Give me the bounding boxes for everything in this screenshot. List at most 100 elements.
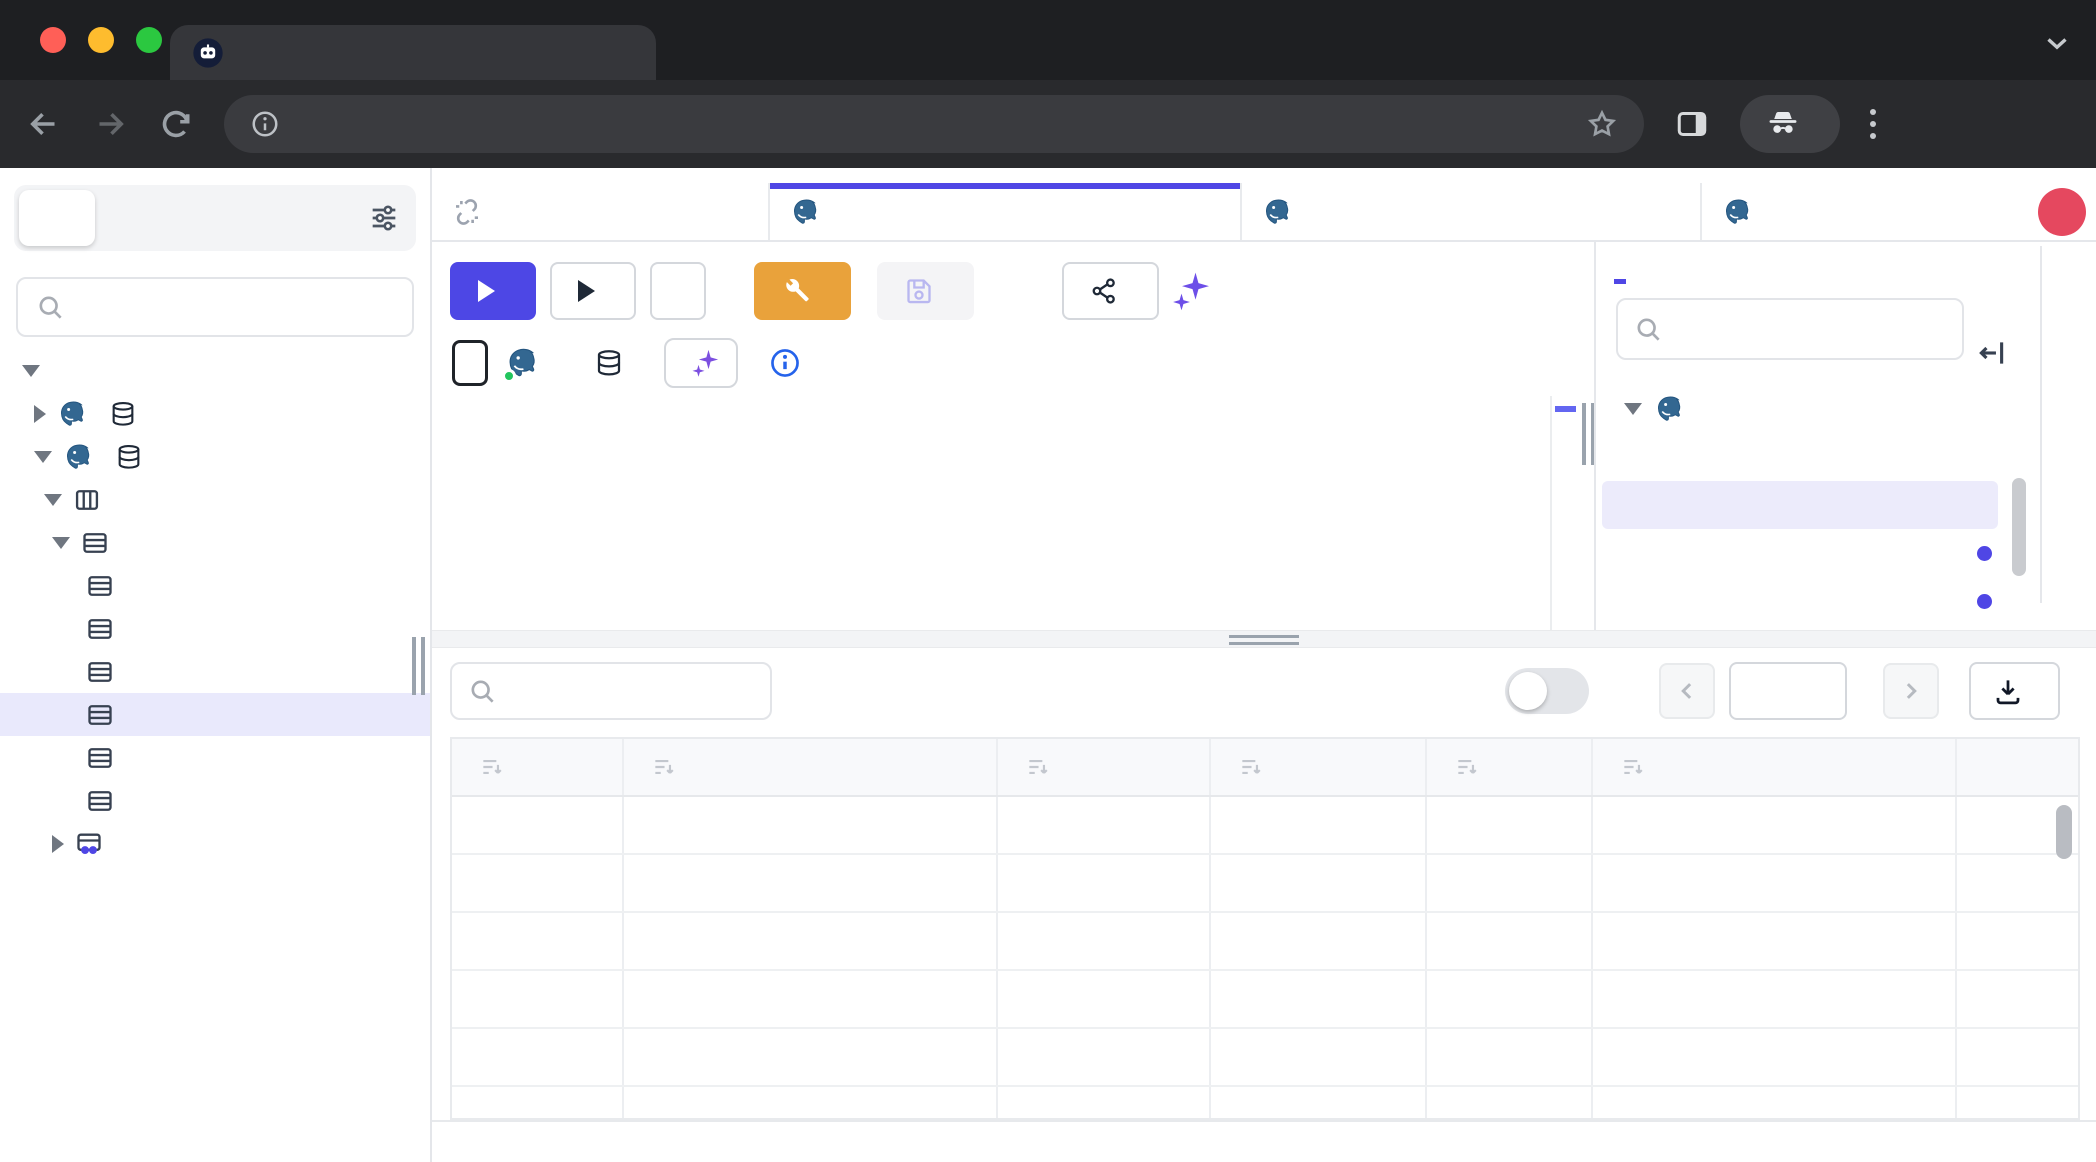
tree-item-table-dept-manager[interactable]	[0, 650, 430, 693]
caret-down-icon[interactable]	[22, 365, 40, 377]
ai-assistant-button[interactable]	[1171, 270, 1213, 312]
info-icon[interactable]	[769, 347, 801, 379]
code-line[interactable]	[432, 396, 1550, 410]
column-header-hire-date[interactable]	[1593, 739, 1957, 795]
column-header-emp-no[interactable]	[452, 739, 624, 795]
admin-mode-button[interactable]	[754, 262, 851, 320]
bookmark-star-icon[interactable]	[1586, 108, 1618, 140]
next-page-button[interactable]	[1883, 663, 1939, 719]
column-header-first-name[interactable]	[998, 739, 1211, 795]
worksheet-tab-4[interactable]	[1702, 183, 1960, 240]
tree-item-tables[interactable]	[0, 521, 430, 564]
tab-history[interactable]	[2040, 471, 2042, 603]
table-row[interactable]	[452, 797, 2078, 855]
tree-item-table-dept-emp[interactable]	[0, 607, 430, 650]
tab-info[interactable]	[2040, 246, 2042, 348]
sheet-search[interactable]	[1616, 298, 1964, 360]
address-bar[interactable]	[224, 95, 1644, 153]
tree-item-table-employee[interactable]	[0, 693, 430, 736]
caret-down-icon[interactable]	[44, 494, 62, 506]
table-row[interactable]	[452, 1029, 2078, 1087]
horizontal-splitter[interactable]	[432, 630, 2096, 648]
browser-tab[interactable]	[170, 25, 656, 80]
table-row[interactable]	[452, 913, 2078, 971]
window-controls[interactable]	[40, 27, 162, 53]
database-search[interactable]	[16, 277, 414, 337]
caret-right-icon[interactable]	[52, 835, 64, 853]
worksheet-tab-1[interactable]	[432, 183, 770, 240]
forward-icon[interactable]	[92, 106, 128, 142]
sheet-search-input[interactable]	[1677, 313, 1946, 346]
maximize-window-button[interactable]	[136, 27, 162, 53]
format-button[interactable]	[650, 262, 706, 320]
sheet-item-selected[interactable]	[1602, 481, 1998, 529]
back-icon[interactable]	[26, 106, 62, 142]
export-button[interactable]	[1969, 662, 2060, 720]
sheet-list-scrollbar[interactable]	[2012, 478, 2026, 576]
sparkles-icon	[691, 348, 721, 378]
column-header-last-name[interactable]	[1211, 739, 1427, 795]
caret-down-icon[interactable]	[34, 451, 52, 463]
explain-button[interactable]	[550, 262, 636, 320]
minimize-window-button[interactable]	[88, 27, 114, 53]
sheet-group-hr-prod[interactable]	[1602, 385, 1998, 433]
sidebar-resize-handle[interactable]	[412, 637, 428, 695]
tree-item-table-department[interactable]	[0, 564, 430, 607]
vertical-display-toggle[interactable]	[1505, 668, 1589, 714]
tree-item-project[interactable]	[0, 349, 430, 392]
splitter-drag-handle[interactable]	[1229, 635, 1299, 645]
database-search-input[interactable]	[79, 291, 394, 324]
site-info-icon[interactable]	[250, 109, 280, 139]
run-button[interactable]	[450, 262, 536, 320]
tree-item-schema-public[interactable]	[0, 478, 430, 521]
side-panel-icon[interactable]	[1674, 106, 1710, 142]
sql-editor[interactable]	[432, 396, 1550, 630]
caret-right-icon[interactable]	[34, 405, 46, 423]
user-avatar[interactable]	[2038, 188, 2086, 236]
sheet-item-sample-sheet[interactable]	[1602, 433, 1998, 481]
sort-icon[interactable]	[1238, 754, 1264, 780]
column-header-gender[interactable]	[1427, 739, 1593, 795]
tab-search-chevron-icon[interactable]	[2040, 26, 2074, 60]
tree-item-table-salary[interactable]	[0, 736, 430, 779]
tree-item-views[interactable]	[0, 822, 430, 865]
tree-item-table-title[interactable]	[0, 779, 430, 822]
prev-page-button[interactable]	[1659, 663, 1715, 719]
editor-minimap[interactable]	[1550, 396, 1580, 630]
sheet-item-unsaved-2[interactable]	[1602, 577, 1998, 625]
save-button[interactable]	[877, 262, 974, 320]
sort-icon[interactable]	[1025, 754, 1051, 780]
results-search[interactable]	[450, 662, 772, 720]
tree-item-hr-test[interactable]	[0, 392, 430, 435]
tab-instance[interactable]	[95, 190, 171, 246]
share-button[interactable]	[1062, 262, 1159, 320]
sort-icon[interactable]	[1454, 754, 1480, 780]
tab-sheet[interactable]	[2040, 346, 2042, 473]
main-panel	[432, 168, 2096, 1162]
table-row[interactable]	[452, 855, 2078, 913]
sort-icon[interactable]	[1620, 754, 1646, 780]
column-header-birth-date[interactable]	[624, 739, 998, 795]
caret-down-icon[interactable]	[52, 537, 70, 549]
sort-icon[interactable]	[479, 754, 505, 780]
tab-project[interactable]	[19, 190, 95, 246]
database-sidebar	[0, 168, 432, 1162]
table-row[interactable]	[452, 971, 2078, 1029]
sort-icon[interactable]	[651, 754, 677, 780]
tree-item-hr-prod[interactable]	[0, 435, 430, 478]
worksheet-tab-2-active[interactable]	[770, 183, 1242, 240]
browser-menu-icon[interactable]	[1870, 109, 1876, 139]
page-number-input[interactable]	[1729, 662, 1847, 720]
worksheet-tab-3[interactable]	[1242, 183, 1702, 240]
grid-scrollbar[interactable]	[2056, 805, 2072, 859]
reload-icon[interactable]	[158, 106, 194, 142]
results-search-input[interactable]	[511, 675, 754, 708]
batch-button[interactable]	[664, 338, 738, 388]
caret-down-icon[interactable]	[1624, 403, 1642, 415]
sheet-item-unsaved-1[interactable]	[1602, 529, 1998, 577]
filter-settings-icon[interactable]	[368, 202, 400, 234]
table-row[interactable]	[452, 1087, 2078, 1120]
clipped-sheet-item[interactable]	[1596, 368, 2040, 385]
close-window-button[interactable]	[40, 27, 66, 53]
collapse-panel-icon[interactable]	[1974, 336, 2008, 370]
